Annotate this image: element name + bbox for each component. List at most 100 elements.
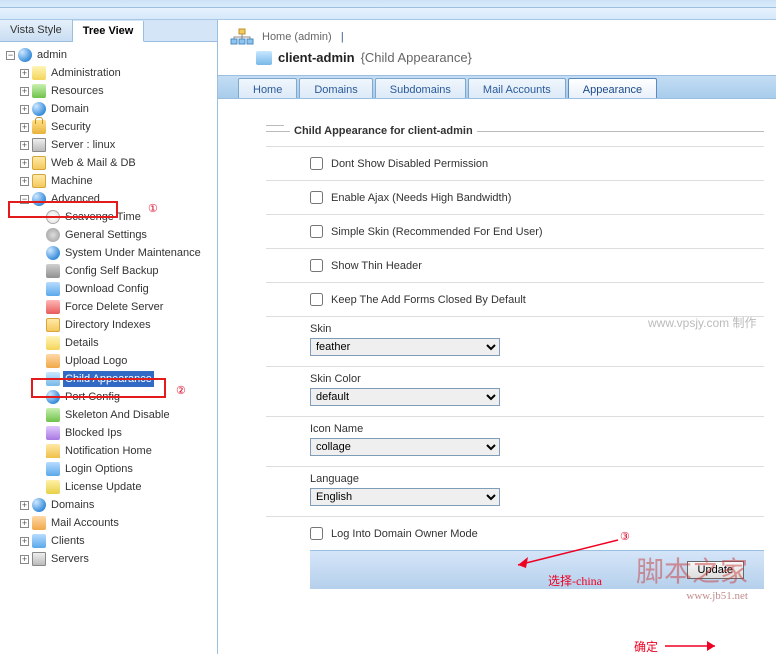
- sphere-icon: [18, 48, 32, 62]
- checkbox-keep-closed[interactable]: [310, 293, 323, 306]
- label-skin-color: Skin Color: [310, 373, 764, 385]
- tree-node-portconfig[interactable]: Port Config: [32, 388, 215, 406]
- tree-node-scavenge[interactable]: Scavenge Time: [32, 208, 215, 226]
- delete-icon: [46, 300, 60, 314]
- select-skin-color[interactable]: default: [310, 388, 500, 406]
- sidebar: Vista Style Tree View −admin +Administra…: [0, 20, 218, 654]
- tree-node-download[interactable]: Download Config: [32, 280, 215, 298]
- details-icon: [46, 336, 60, 350]
- globe-icon: [32, 102, 46, 116]
- update-button[interactable]: Update: [687, 561, 744, 579]
- folder-icon: [32, 156, 46, 170]
- tree-node-administration[interactable]: +Administration: [18, 64, 215, 82]
- home-icon: [46, 444, 60, 458]
- breadcrumb-sep: |: [341, 31, 344, 43]
- appearance-icon: [46, 372, 60, 386]
- navtab-appearance[interactable]: Appearance: [568, 78, 657, 98]
- tree-node-domain[interactable]: +Domain: [18, 100, 215, 118]
- row-language: Language English: [266, 466, 764, 516]
- tree-node-resources[interactable]: +Resources: [18, 82, 215, 100]
- label-thin-header: Show Thin Header: [331, 260, 422, 272]
- tree-view: −admin +Administration +Resources +Domai…: [0, 42, 217, 654]
- gear-icon: [46, 228, 60, 242]
- row-log-domain-owner: Log Into Domain Owner Mode: [266, 516, 764, 550]
- row-skin-color: Skin Color default: [266, 366, 764, 416]
- label-enable-ajax: Enable Ajax (Needs High Bandwidth): [331, 192, 511, 204]
- globe-icon: [32, 498, 46, 512]
- annotation-arrow-update: [663, 638, 723, 654]
- navtab-mail[interactable]: Mail Accounts: [468, 78, 566, 98]
- navtab-home[interactable]: Home: [238, 78, 297, 98]
- tree-node-server[interactable]: +Server : linux: [18, 136, 215, 154]
- sidebar-tabs: Vista Style Tree View: [0, 20, 217, 42]
- row-enable-ajax: Enable Ajax (Needs High Bandwidth): [266, 180, 764, 214]
- folder-icon: [46, 318, 60, 332]
- nav-tabs: Home Domains Subdomains Mail Accounts Ap…: [218, 75, 776, 99]
- tree-node-clients[interactable]: +Clients: [18, 532, 215, 550]
- server-icon: [32, 138, 46, 152]
- org-icon-small: [256, 51, 272, 65]
- key-icon: [46, 480, 60, 494]
- tree-node-general[interactable]: General Settings: [32, 226, 215, 244]
- row-thin-header: Show Thin Header: [266, 248, 764, 282]
- tree-node-details[interactable]: Details: [32, 334, 215, 352]
- top-bar: [0, 0, 776, 8]
- select-language[interactable]: English: [310, 488, 500, 506]
- servers-icon: [32, 552, 46, 566]
- tree-node-license[interactable]: License Update: [32, 478, 215, 496]
- row-disabled-permission: Dont Show Disabled Permission: [266, 146, 764, 180]
- tree-node-admin[interactable]: −admin: [4, 46, 215, 64]
- row-skin: Skin feather: [266, 316, 764, 366]
- navtab-domains[interactable]: Domains: [299, 78, 372, 98]
- label-disabled-permission: Dont Show Disabled Permission: [331, 158, 488, 170]
- tree-node-webmail[interactable]: +Web & Mail & DB: [18, 154, 215, 172]
- tab-tree-view[interactable]: Tree View: [73, 21, 145, 42]
- row-simple-skin: Simple Skin (Recommended For End User): [266, 214, 764, 248]
- label-keep-closed: Keep The Add Forms Closed By Default: [331, 294, 526, 306]
- tree-node-blocked[interactable]: Blocked Ips: [32, 424, 215, 442]
- tree-node-forcedelete[interactable]: Force Delete Server: [32, 298, 215, 316]
- tree-node-login[interactable]: Login Options: [32, 460, 215, 478]
- tree-node-servers[interactable]: +Servers: [18, 550, 215, 568]
- tree-node-security[interactable]: +Security: [18, 118, 215, 136]
- checkbox-log-domain-owner[interactable]: [310, 527, 323, 540]
- navtab-subdomains[interactable]: Subdomains: [375, 78, 466, 98]
- port-icon: [46, 390, 60, 404]
- disk-icon: [46, 264, 60, 278]
- mail-icon: [32, 516, 46, 530]
- label-log-domain-owner: Log Into Domain Owner Mode: [331, 528, 478, 540]
- resources-icon: [32, 84, 46, 98]
- advanced-icon: [32, 192, 46, 206]
- blocked-icon: [46, 426, 60, 440]
- checkbox-thin-header[interactable]: [310, 259, 323, 272]
- tree-node-domains-root[interactable]: +Domains: [18, 496, 215, 514]
- label-icon-name: Icon Name: [310, 423, 764, 435]
- row-icon-name: Icon Name collage: [266, 416, 764, 466]
- checkbox-disabled-permission[interactable]: [310, 157, 323, 170]
- label-skin: Skin: [310, 323, 764, 335]
- tree-node-notification[interactable]: Notification Home: [32, 442, 215, 460]
- download-icon: [46, 282, 60, 296]
- tree-node-backup[interactable]: Config Self Backup: [32, 262, 215, 280]
- label-simple-skin: Simple Skin (Recommended For End User): [331, 226, 543, 238]
- tree-node-maintenance[interactable]: System Under Maintenance: [32, 244, 215, 262]
- tree-node-childappearance[interactable]: Child Appearance: [32, 370, 215, 388]
- sub-bar: [0, 8, 776, 20]
- checkbox-simple-skin[interactable]: [310, 225, 323, 238]
- tree-node-dirindex[interactable]: Directory Indexes: [32, 316, 215, 334]
- tab-vista-style[interactable]: Vista Style: [0, 20, 73, 41]
- tree-node-advanced[interactable]: −Advanced: [18, 190, 215, 208]
- select-icon-name[interactable]: collage: [310, 438, 500, 456]
- tree-node-uploadlogo[interactable]: Upload Logo: [32, 352, 215, 370]
- button-row: Update: [310, 550, 764, 589]
- select-skin[interactable]: feather: [310, 338, 500, 356]
- tree-node-skeleton[interactable]: Skeleton And Disable: [32, 406, 215, 424]
- folder-icon: [32, 174, 46, 188]
- breadcrumb-home[interactable]: Home (admin): [262, 31, 332, 43]
- tree-node-mailaccounts[interactable]: +Mail Accounts: [18, 514, 215, 532]
- tree-node-machine[interactable]: +Machine: [18, 172, 215, 190]
- fieldset-legend: Child Appearance for client-admin: [266, 119, 764, 132]
- checkbox-enable-ajax[interactable]: [310, 191, 323, 204]
- breadcrumb: Home (admin) |: [218, 20, 776, 48]
- annotation-num-3: ③: [620, 530, 630, 543]
